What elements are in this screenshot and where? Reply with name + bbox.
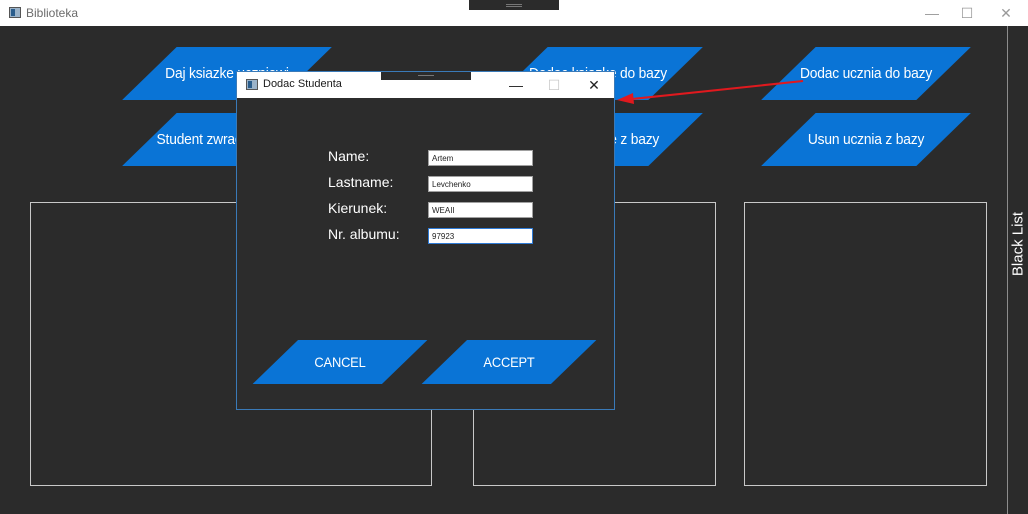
app-title: Biblioteka xyxy=(26,6,79,20)
maximize-button[interactable]: ☐ xyxy=(957,4,977,22)
remove-student-label: Usun ucznia z bazy xyxy=(807,131,925,148)
dialog-maximize-button[interactable]: ☐ xyxy=(544,76,564,94)
lastname-input[interactable] xyxy=(428,176,533,192)
close-button[interactable]: ✕ xyxy=(996,4,1016,22)
add-student-button[interactable]: Dodac ucznia do bazy xyxy=(761,47,971,100)
lastname-label: Lastname: xyxy=(328,174,394,190)
accept-button[interactable]: ACCEPT xyxy=(421,340,597,384)
add-student-dialog: Dodac Studenta — ☐ ✕ Name: Lastname: Kie… xyxy=(236,71,615,410)
app-icon xyxy=(9,7,21,18)
panel-right xyxy=(744,202,987,486)
name-label: Name: xyxy=(328,148,370,164)
drag-handle[interactable] xyxy=(469,0,559,10)
dialog-title-bar: Dodac Studenta — ☐ ✕ xyxy=(237,72,614,98)
minimize-button[interactable]: — xyxy=(922,4,942,22)
name-input[interactable] xyxy=(428,150,533,166)
dialog-drag-handle[interactable] xyxy=(381,72,471,80)
dialog-title: Dodac Studenta xyxy=(263,78,342,90)
album-input[interactable] xyxy=(428,228,533,244)
dialog-close-button[interactable]: ✕ xyxy=(584,76,604,94)
title-bar: Biblioteka — ☐ ✕ xyxy=(0,0,1028,26)
kierunek-input[interactable] xyxy=(428,202,533,218)
cancel-label: CANCEL xyxy=(314,354,366,370)
black-list-label: Black List xyxy=(1009,211,1027,277)
add-student-label: Dodac ucznia do bazy xyxy=(799,65,933,82)
album-label: Nr. albumu: xyxy=(328,226,400,242)
dialog-minimize-button[interactable]: — xyxy=(506,76,526,94)
kierunek-label: Kierunek: xyxy=(328,200,388,216)
accept-label: ACCEPT xyxy=(483,354,535,370)
remove-student-button[interactable]: Usun ucznia z bazy xyxy=(761,113,971,166)
dialog-app-icon xyxy=(246,79,258,90)
cancel-button[interactable]: CANCEL xyxy=(252,340,428,384)
